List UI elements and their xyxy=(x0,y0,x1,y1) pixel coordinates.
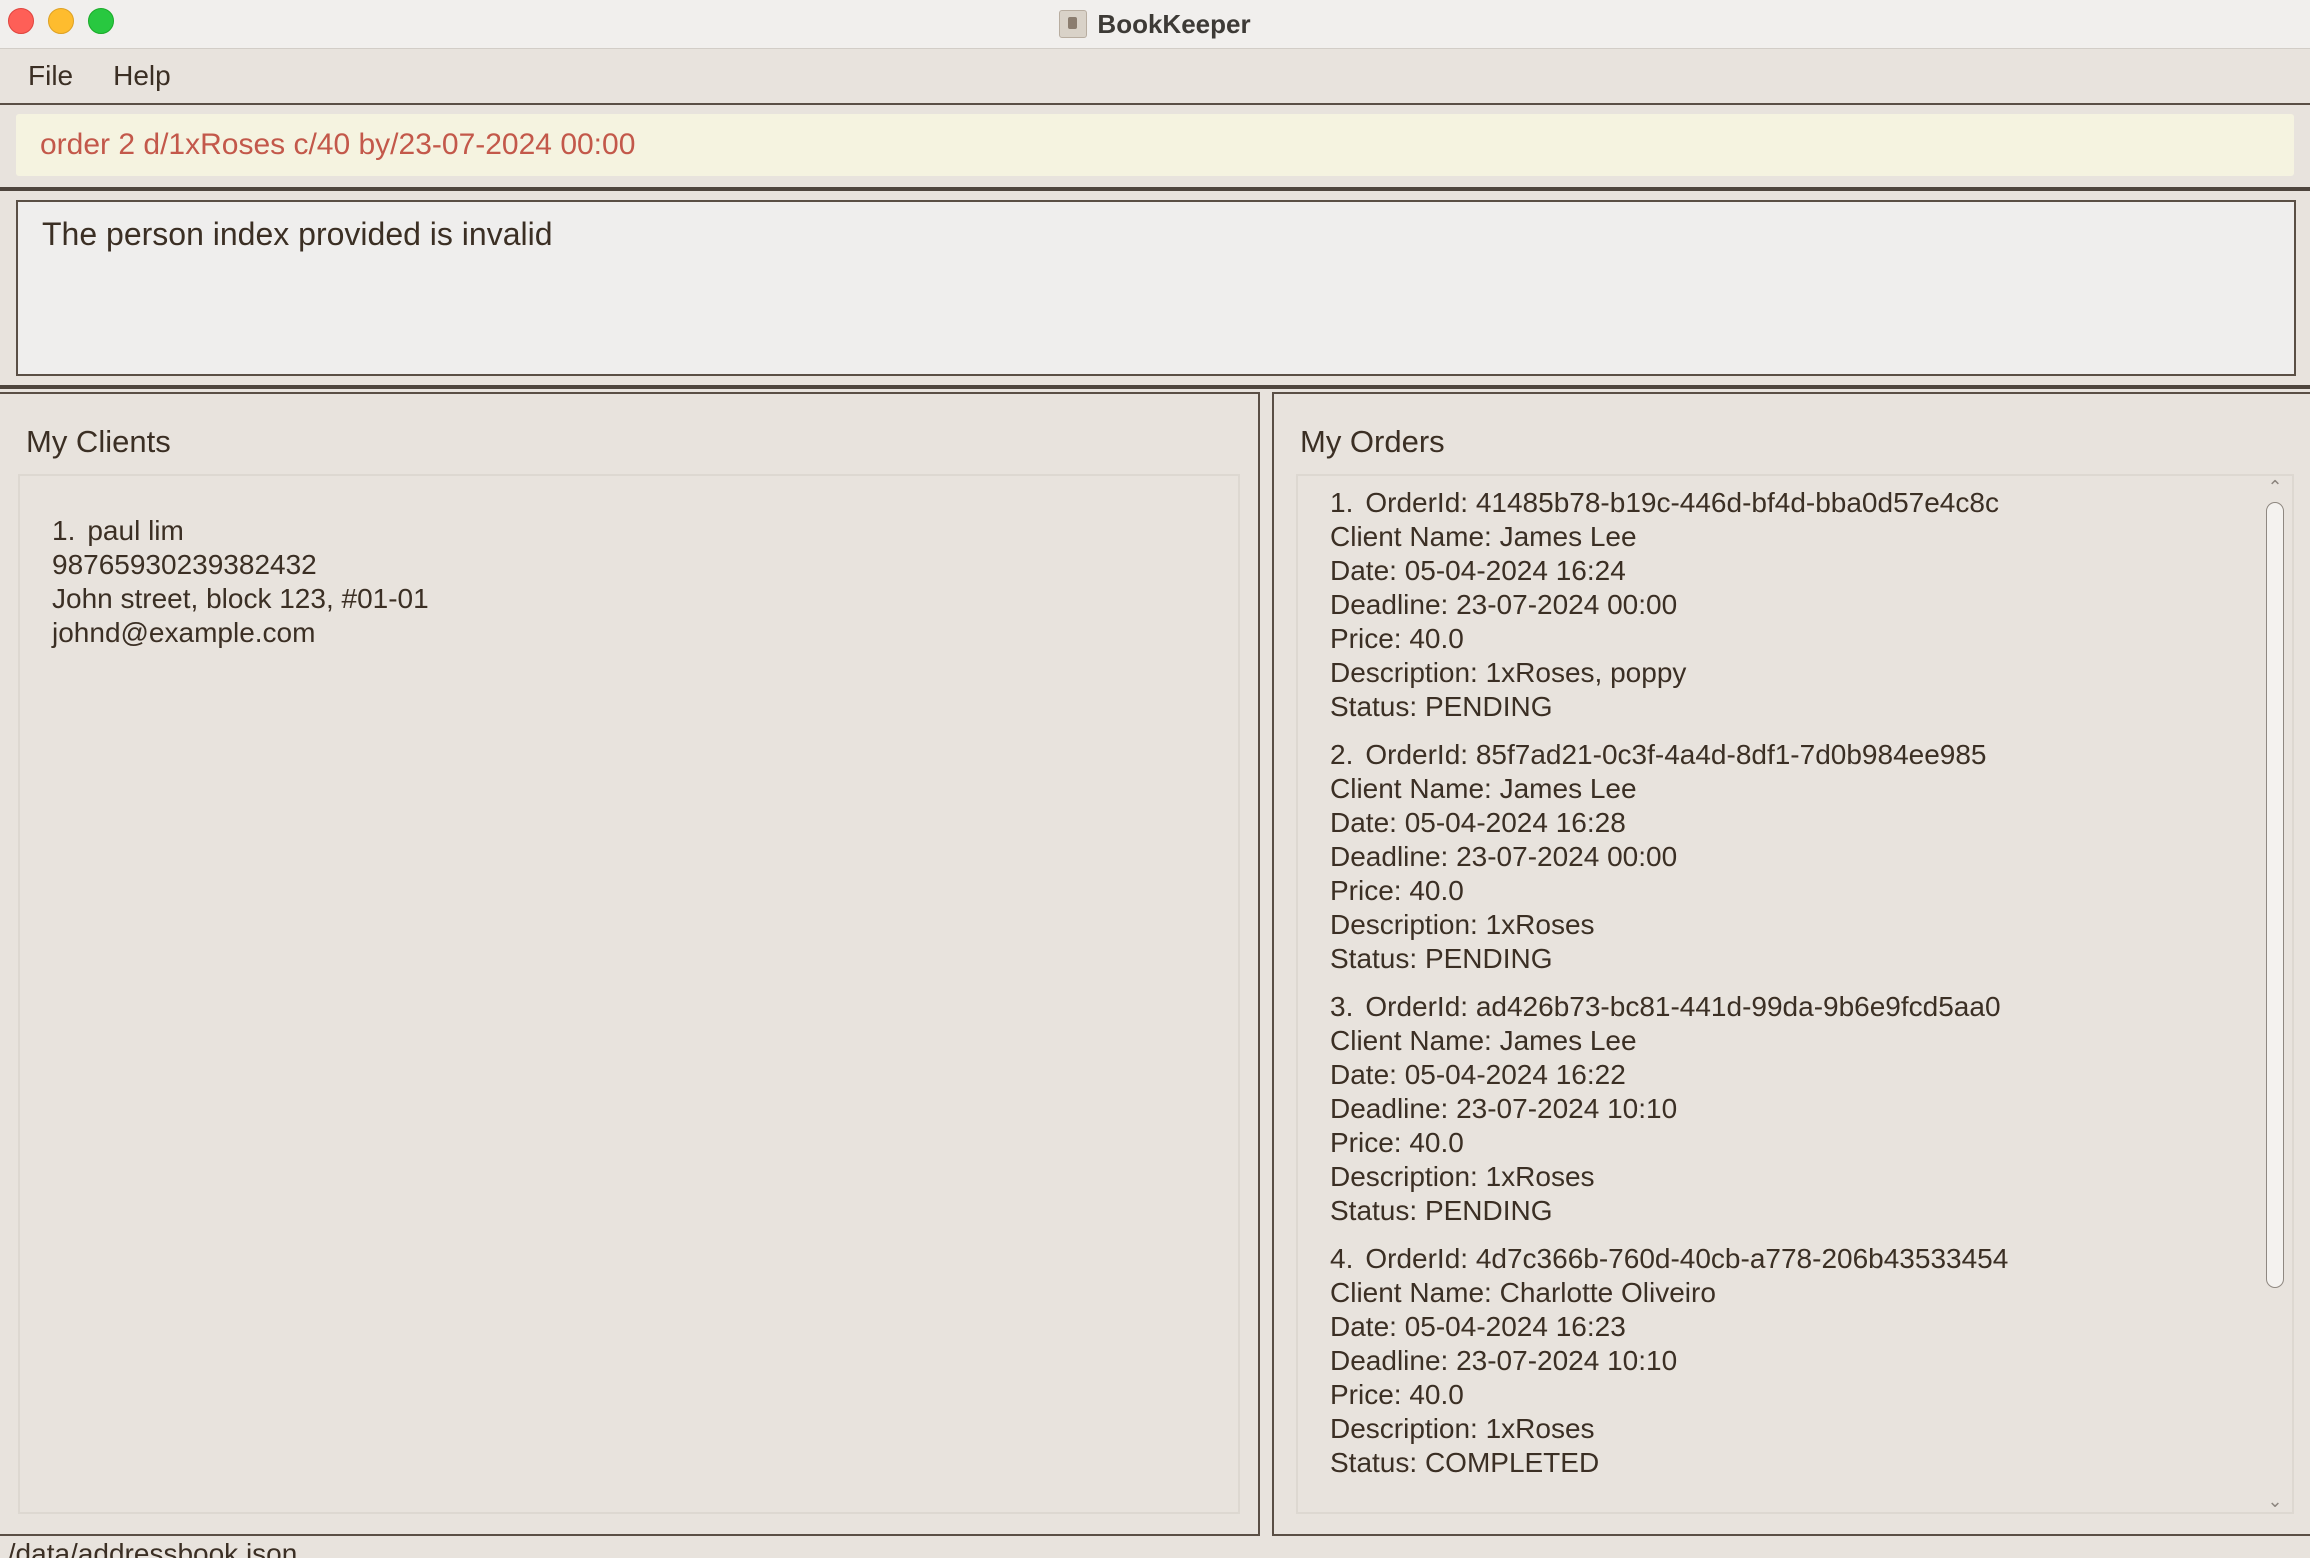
order-id-row: 1. OrderId: 41485b78-b19c-446d-bf4d-bba0d… xyxy=(1330,486,2008,520)
order-index: 3. xyxy=(1330,991,1354,1022)
order-date: Date: 05-04-2024 16:28 xyxy=(1330,807,1626,838)
order-index: 4. xyxy=(1330,1243,1354,1274)
title-bar: BookKeeper xyxy=(0,0,2310,49)
order-description: Description: 1xRoses, poppy xyxy=(1330,657,1687,688)
order-card[interactable]: 3. OrderId: ad426b73-bc81-441d-99da-9b6e9… xyxy=(1330,990,2008,1228)
command-box xyxy=(16,114,2294,176)
maximize-window-button[interactable] xyxy=(88,8,114,34)
order-index: 1. xyxy=(1330,487,1354,518)
book-icon xyxy=(1059,10,1088,38)
order-price: Price: 40.0 xyxy=(1330,875,1464,906)
menu-help[interactable]: Help xyxy=(99,60,185,92)
order-client: Client Name: James Lee xyxy=(1330,521,1637,552)
minimize-window-button[interactable] xyxy=(48,8,74,34)
command-input[interactable] xyxy=(38,127,2294,163)
order-deadline: Deadline: 23-07-2024 00:00 xyxy=(1330,841,1678,872)
client-email: johnd@example.com xyxy=(52,617,316,648)
menu-file[interactable]: File xyxy=(14,60,87,92)
order-index: 2. xyxy=(1330,739,1354,770)
order-card[interactable]: 1. OrderId: 41485b78-b19c-446d-bf4d-bba0d… xyxy=(1330,486,2008,724)
client-phone: 98765930239382432 xyxy=(52,549,317,580)
client-card[interactable]: 1. paul lim 98765930239382432 John street… xyxy=(52,514,429,650)
order-deadline: Deadline: 23-07-2024 10:10 xyxy=(1330,1345,1678,1376)
clients-panel: My Clients 1. paul lim 98765930239382432 … xyxy=(0,392,1260,1536)
result-display[interactable]: The person index provided is invalid xyxy=(16,200,2296,376)
order-deadline: Deadline: 23-07-2024 00:00 xyxy=(1330,589,1678,620)
save-location-path: ./data/addressbook.json xyxy=(0,1538,298,1558)
divider xyxy=(0,385,2310,389)
window-title-group: BookKeeper xyxy=(1059,8,1251,40)
menu-bar: File Help xyxy=(0,49,2310,105)
order-status: Status: PENDING xyxy=(1330,1195,1553,1226)
window-controls xyxy=(8,8,114,34)
close-window-button[interactable] xyxy=(8,8,34,34)
divider xyxy=(0,187,2310,191)
client-address: John street, block 123, #01-01 xyxy=(52,583,429,614)
clients-panel-title: My Clients xyxy=(26,424,171,459)
order-id: OrderId: 41485b78-b19c-446d-bf4d-bba0d57… xyxy=(1365,487,1999,518)
order-price: Price: 40.0 xyxy=(1330,1379,1464,1410)
result-message: The person index provided is invalid xyxy=(42,216,553,252)
orders-panel: My Orders 1. OrderId: 41485b78-b19c-446d-… xyxy=(1272,392,2310,1536)
client-index: 1. xyxy=(52,515,76,546)
order-client: Client Name: James Lee xyxy=(1330,1025,1637,1056)
order-id-row: 4. OrderId: 4d7c366b-760d-40cb-a778-206b4… xyxy=(1330,1242,2008,1276)
orders-list[interactable]: 1. OrderId: 41485b78-b19c-446d-bf4d-bba0d… xyxy=(1296,474,2294,1514)
order-date: Date: 05-04-2024 16:24 xyxy=(1330,555,1626,586)
order-deadline: Deadline: 23-07-2024 10:10 xyxy=(1330,1093,1678,1124)
order-price: Price: 40.0 xyxy=(1330,623,1464,654)
order-card[interactable]: 4. OrderId: 4d7c366b-760d-40cb-a778-206b4… xyxy=(1330,1242,2008,1480)
order-status: Status: PENDING xyxy=(1330,691,1553,722)
chevron-down-icon[interactable]: ⌄ xyxy=(2266,1492,2284,1510)
order-status: Status: PENDING xyxy=(1330,943,1553,974)
order-date: Date: 05-04-2024 16:22 xyxy=(1330,1059,1626,1090)
clients-list[interactable]: 1. paul lim 98765930239382432 John street… xyxy=(18,474,1240,1514)
client-name-row: 1. paul lim xyxy=(52,514,429,548)
orders-scrollbar[interactable]: ⌃ ⌄ xyxy=(2262,476,2288,1512)
order-id: OrderId: 4d7c366b-760d-40cb-a778-206b435… xyxy=(1365,1243,2009,1274)
order-date: Date: 05-04-2024 16:23 xyxy=(1330,1311,1626,1342)
window-title: BookKeeper xyxy=(1097,8,1251,39)
order-card[interactable]: 2. OrderId: 85f7ad21-0c3f-4a4d-8df1-7d0b9… xyxy=(1330,738,2008,976)
order-price: Price: 40.0 xyxy=(1330,1127,1464,1158)
order-client: Client Name: James Lee xyxy=(1330,773,1637,804)
order-id: OrderId: ad426b73-bc81-441d-99da-9b6e9fc… xyxy=(1365,991,2001,1022)
order-description: Description: 1xRoses xyxy=(1330,1413,1595,1444)
order-status: Status: COMPLETED xyxy=(1330,1447,1600,1478)
status-bar: ./data/addressbook.json xyxy=(0,1538,2310,1558)
order-id-row: 3. OrderId: ad426b73-bc81-441d-99da-9b6e9… xyxy=(1330,990,2008,1024)
order-description: Description: 1xRoses xyxy=(1330,909,1595,940)
order-client: Client Name: Charlotte Oliveiro xyxy=(1330,1277,1716,1308)
order-id-row: 2. OrderId: 85f7ad21-0c3f-4a4d-8df1-7d0b9… xyxy=(1330,738,2008,772)
chevron-up-icon[interactable]: ⌃ xyxy=(2266,478,2284,496)
orders-panel-title: My Orders xyxy=(1300,424,1445,459)
order-description: Description: 1xRoses xyxy=(1330,1161,1595,1192)
order-id: OrderId: 85f7ad21-0c3f-4a4d-8df1-7d0b984… xyxy=(1365,739,1987,770)
client-name: paul lim xyxy=(87,515,184,546)
scrollbar-thumb[interactable] xyxy=(2266,502,2284,1288)
